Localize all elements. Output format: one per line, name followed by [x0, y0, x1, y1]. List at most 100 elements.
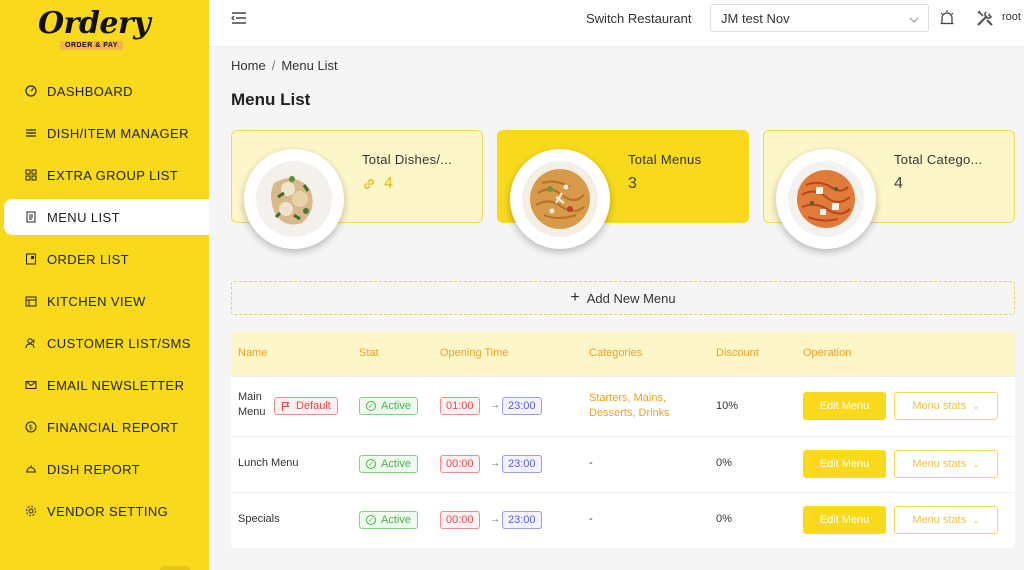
sidebar-item-menu-list[interactable]: MENU LIST: [4, 199, 209, 235]
edit-menu-button[interactable]: Edit Menu: [803, 506, 886, 534]
sidebar-item-label: DISH REPORT: [47, 461, 141, 477]
menu-name-line: Main: [238, 391, 262, 403]
menu-name: Main Menu: [238, 390, 266, 420]
opening-time: 01:00: [440, 397, 480, 415]
noodle-plate-image: [510, 149, 610, 249]
arrow-right-icon: →: [490, 458, 500, 469]
categories-line: Starters, Mains,: [589, 392, 667, 404]
switch-restaurant-label: Switch Restaurant: [586, 11, 692, 26]
page-title: Menu List: [231, 90, 311, 109]
svg-text:$: $: [29, 424, 34, 432]
column-header-stat[interactable]: Stat: [359, 347, 379, 359]
status-label: Active: [381, 400, 411, 412]
sidebar-item-email-newsletter[interactable]: EMAIL NEWSLETTER: [0, 364, 209, 406]
dollar-icon: $: [24, 420, 38, 434]
table-header: Name Stat Opening Time Categories Discou…: [231, 332, 1015, 376]
sidebar-item-extra-group[interactable]: EXTRA GROUP LIST: [0, 154, 209, 196]
card-value: 3: [628, 175, 637, 192]
column-header-discount[interactable]: Discount: [716, 347, 759, 359]
tools-icon[interactable]: [975, 8, 995, 33]
card-value: 4: [894, 175, 903, 192]
column-header-categories[interactable]: Categories: [589, 347, 642, 359]
menu-name: Lunch Menu: [238, 457, 299, 469]
closing-time: 23:00: [502, 511, 542, 529]
total-dishes-card: Total Dishes/... 4: [231, 130, 483, 249]
menu-name: Specials: [238, 513, 280, 525]
total-categories-card: Total Catego... 4: [763, 130, 1015, 249]
sidebar-item-dish-manager[interactable]: DISH/ITEM MANAGER: [0, 112, 209, 154]
link-icon: [362, 177, 376, 191]
status-badge: ✓ Active: [359, 511, 418, 529]
sidebar-nav: DASHBOARD DISH/ITEM MANAGER EXTRA GROUP …: [0, 70, 209, 532]
menu-book-icon: [24, 210, 38, 224]
sidebar-item-label: DASHBOARD: [47, 83, 133, 99]
card-label: Total Catego...: [894, 152, 983, 167]
menu-stats-dropdown[interactable]: Menu stats ⌄: [894, 450, 998, 478]
add-new-menu-button[interactable]: + Add New Menu: [231, 281, 1015, 315]
arrow-right-icon: →: [490, 400, 500, 411]
sidebar-item-order-list[interactable]: ORDER LIST: [0, 238, 209, 280]
sidebar-item-kitchen-view[interactable]: KITCHEN VIEW: [0, 280, 209, 322]
sidebar-scrollbar[interactable]: [160, 566, 190, 570]
sidebar-item-dashboard[interactable]: DASHBOARD: [0, 70, 209, 112]
card-label: Total Dishes/...: [362, 152, 453, 167]
categories: -: [589, 513, 593, 525]
status-label: Active: [381, 514, 411, 526]
menu-stats-dropdown[interactable]: Menu stats ⌄: [894, 506, 998, 534]
sidebar-item-financial-report[interactable]: $ FINANCIAL REPORT: [0, 406, 209, 448]
chevron-down-icon: ⌄: [972, 400, 980, 411]
brand-name: Ordery: [38, 6, 151, 41]
status-label: Active: [381, 458, 411, 470]
breadcrumb: Home / Menu List: [231, 58, 338, 73]
gear-icon: [24, 504, 38, 518]
add-new-menu-label: Add New Menu: [586, 290, 676, 306]
menu-table: Name Stat Opening Time Categories Discou…: [231, 332, 1015, 548]
menu-stats-dropdown[interactable]: Menu stats ⌄: [894, 392, 998, 420]
restaurant-select[interactable]: JM test Nov: [710, 4, 929, 32]
sidebar-item-label: MENU LIST: [47, 209, 120, 225]
sidebar-item-label: ORDER LIST: [47, 251, 130, 267]
edit-menu-button[interactable]: Edit Menu: [803, 450, 886, 478]
user-name[interactable]: root: [1002, 11, 1021, 23]
discount: 10%: [716, 400, 739, 412]
default-badge-label: Default: [296, 400, 331, 412]
brand-tagline: ORDER & PAY: [60, 41, 123, 50]
pasta-plate-image: [776, 149, 876, 249]
menu-name-line: Menu: [238, 406, 266, 418]
opening-time: 00:00: [440, 511, 480, 529]
sidebar-item-label: EXTRA GROUP LIST: [47, 167, 179, 183]
sidebar-item-vendor-setting[interactable]: VENDOR SETTING: [0, 490, 209, 532]
sidebar-item-customer-list[interactable]: CUSTOMER LIST/SMS: [0, 322, 209, 364]
breadcrumb-home[interactable]: Home: [231, 58, 266, 73]
sidebar-item-label: FINANCIAL REPORT: [47, 419, 179, 435]
categories: -: [589, 457, 593, 469]
alarm-icon[interactable]: [939, 9, 955, 32]
card-value-wrapper: 3: [628, 175, 637, 193]
column-header-operation[interactable]: Operation: [803, 347, 851, 359]
restaurant-select-value: JM test Nov: [721, 11, 790, 26]
column-header-name[interactable]: Name: [238, 347, 267, 359]
column-header-opening-time[interactable]: Opening Time: [440, 347, 508, 359]
menu-stats-label: Menu stats: [912, 400, 967, 412]
table-row: Lunch Menu ✓ Active 00:00 → 23:00 - 0% E…: [231, 436, 1015, 492]
discount: 0%: [716, 457, 732, 469]
dish-icon: [24, 462, 38, 476]
edit-menu-button[interactable]: Edit Menu: [803, 392, 886, 420]
closing-time: 23:00: [502, 455, 542, 473]
chevron-down-icon: [908, 13, 920, 28]
discount: 0%: [716, 513, 732, 525]
plus-icon: +: [570, 289, 580, 306]
sidebar-item-label: DISH/ITEM MANAGER: [47, 125, 189, 141]
sidebar: Ordery ORDER & PAY DASHBOARD DISH/ITEM M…: [0, 0, 209, 570]
list-icon: [24, 126, 38, 140]
check-circle-icon: ✓: [366, 401, 376, 411]
menu-toggle-icon[interactable]: [230, 10, 250, 28]
brand-logo[interactable]: Ordery ORDER & PAY: [38, 4, 153, 58]
card-label: Total Menus: [628, 152, 702, 167]
card-value: 4: [384, 175, 393, 192]
card-value-wrapper: 4: [362, 175, 393, 193]
breadcrumb-current: Menu List: [281, 58, 338, 73]
sidebar-item-dish-report[interactable]: DISH REPORT: [0, 448, 209, 490]
sidebar-item-label: EMAIL NEWSLETTER: [47, 377, 185, 393]
categories-line: Desserts, Drinks: [589, 407, 670, 419]
